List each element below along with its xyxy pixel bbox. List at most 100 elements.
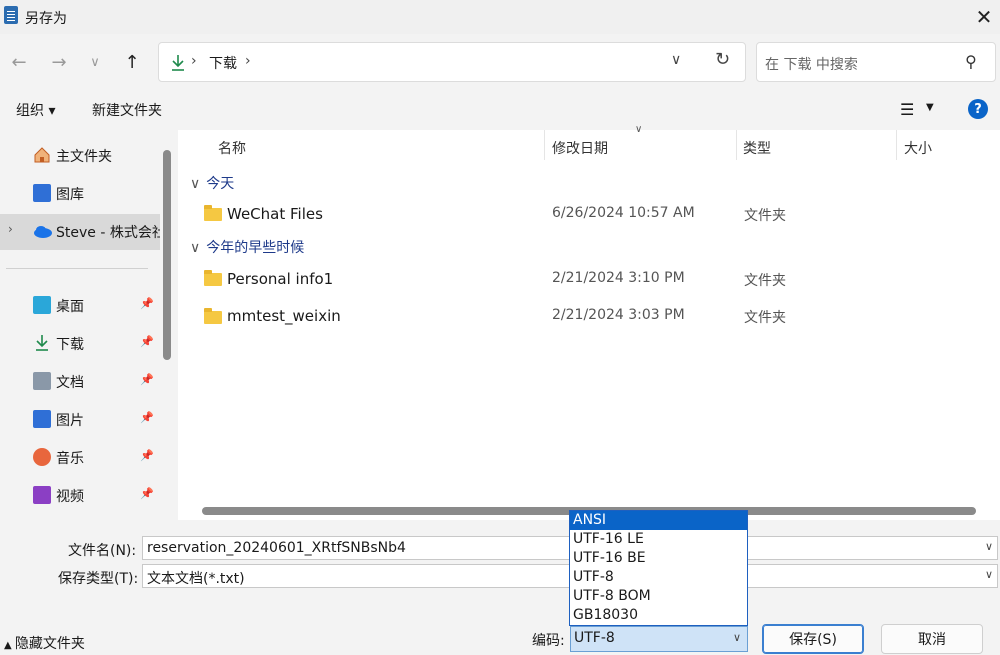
new-folder-button[interactable]: 新建文件夹 bbox=[92, 100, 162, 120]
folder-icon bbox=[204, 308, 222, 324]
column-header-date[interactable]: 修改日期 bbox=[552, 138, 608, 158]
encoding-option-utf8bom[interactable]: UTF-8 BOM bbox=[570, 587, 747, 606]
encoding-option-utf16be[interactable]: UTF-16 BE bbox=[570, 549, 747, 568]
hide-folders-toggle[interactable]: ▲ 隐藏文件夹 bbox=[4, 633, 85, 653]
notepad-icon bbox=[4, 6, 18, 24]
file-type: 文件夹 bbox=[744, 310, 786, 326]
folder-icon bbox=[204, 205, 222, 221]
column-divider[interactable] bbox=[736, 130, 737, 160]
download-icon bbox=[172, 55, 184, 71]
arrow-right-icon: → bbox=[51, 51, 67, 73]
column-divider[interactable] bbox=[544, 130, 545, 160]
encoding-option-utf16le[interactable]: UTF-16 LE bbox=[570, 530, 747, 549]
address-history-icon[interactable]: ∨ bbox=[671, 52, 681, 68]
pin-icon[interactable]: 📌 bbox=[140, 335, 154, 348]
sidebar-item-documents[interactable]: 文档 📌 bbox=[0, 364, 160, 400]
column-divider[interactable] bbox=[896, 130, 897, 160]
caret-up-icon: ▲ bbox=[4, 640, 15, 651]
sidebar-divider bbox=[6, 268, 148, 269]
file-name: mmtest_weixin bbox=[227, 307, 341, 325]
cancel-button[interactable]: 取消 bbox=[881, 624, 983, 654]
music-icon bbox=[33, 448, 51, 466]
encoding-option-ansi[interactable]: ANSI bbox=[570, 511, 747, 530]
search-box[interactable]: 在 下载 中搜索 ⚲ bbox=[756, 42, 996, 82]
title-bar: 另存为 ✕ bbox=[0, 0, 1000, 34]
column-header-name[interactable]: 名称 bbox=[218, 138, 246, 158]
encoding-label: 编码: bbox=[532, 633, 565, 649]
up-button[interactable]: ↑ bbox=[117, 44, 147, 80]
pin-icon[interactable]: 📌 bbox=[140, 373, 154, 386]
column-header-type[interactable]: 类型 bbox=[743, 138, 771, 158]
hide-folders-label: 隐藏文件夹 bbox=[14, 636, 85, 652]
save-button[interactable]: 保存(S) bbox=[762, 624, 864, 654]
filename-input[interactable]: reservation_20240601_XRtfSNBsNb4 bbox=[147, 540, 406, 556]
chevron-down-icon: ∨ bbox=[90, 54, 100, 70]
sidebar-item-music[interactable]: 音乐 📌 bbox=[0, 440, 160, 476]
folder-icon bbox=[204, 270, 222, 286]
pin-icon[interactable]: 📌 bbox=[140, 411, 154, 424]
desktop-icon bbox=[33, 296, 51, 314]
file-name: WeChat Files bbox=[227, 205, 323, 223]
close-button[interactable]: ✕ bbox=[968, 0, 1000, 34]
chevron-down-icon[interactable]: ∨ bbox=[733, 631, 741, 644]
breadcrumb-separator[interactable]: › bbox=[245, 53, 251, 69]
encoding-select[interactable]: UTF-8 ∨ bbox=[570, 626, 748, 652]
group-header-earlier[interactable]: ∨ 今年的早些时候 bbox=[190, 237, 304, 257]
caret-down-icon[interactable]: ▼ bbox=[926, 102, 934, 113]
pin-icon[interactable]: 📌 bbox=[140, 449, 154, 462]
encoding-option-gb18030[interactable]: GB18030 bbox=[570, 606, 747, 625]
file-type: 文件夹 bbox=[744, 208, 786, 224]
group-header-today[interactable]: ∨ 今天 bbox=[190, 173, 234, 193]
recent-locations-button[interactable]: ∨ bbox=[80, 44, 110, 80]
window-title: 另存为 bbox=[25, 11, 67, 27]
picture-icon bbox=[33, 410, 51, 428]
pin-icon[interactable]: 📌 bbox=[140, 487, 154, 500]
column-header-size[interactable]: 大小 bbox=[904, 138, 932, 158]
sidebar-item-gallery[interactable]: 图库 bbox=[0, 176, 160, 212]
group-label: 今天 bbox=[206, 176, 235, 192]
refresh-icon[interactable]: ↻ bbox=[715, 49, 730, 70]
sidebar-item-desktop[interactable]: 桌面 📌 bbox=[0, 288, 160, 324]
address-bar[interactable]: › 下载 › ∨ ↻ bbox=[158, 42, 746, 82]
chevron-down-icon[interactable]: ∨ bbox=[985, 568, 993, 581]
sidebar-item-onedrive[interactable]: › Steve - 株式会社 bbox=[0, 214, 160, 250]
encoding-option-utf8[interactable]: UTF-8 bbox=[570, 568, 747, 587]
file-date: 2/21/2024 3:10 PM bbox=[552, 270, 685, 286]
chevron-down-icon: ∨ bbox=[190, 176, 201, 192]
chevron-down-icon: ∨ bbox=[190, 240, 201, 256]
help-icon[interactable]: ? bbox=[968, 99, 988, 119]
download-icon bbox=[33, 334, 51, 352]
breadcrumb-downloads[interactable]: 下载 bbox=[209, 53, 237, 73]
filetype-value: 文本文档(*.txt) bbox=[147, 571, 245, 587]
close-icon: ✕ bbox=[975, 5, 993, 29]
back-button[interactable]: ← bbox=[4, 44, 34, 80]
sidebar-scrollbar[interactable] bbox=[163, 150, 171, 360]
forward-button[interactable]: → bbox=[44, 44, 74, 80]
sidebar-item-pictures[interactable]: 图片 📌 bbox=[0, 402, 160, 438]
group-label: 今年的早些时候 bbox=[206, 240, 305, 256]
chevron-down-icon[interactable]: ∨ bbox=[985, 540, 993, 553]
document-icon bbox=[33, 372, 51, 390]
navigation-pane: 主文件夹 图库 › Steve - 株式会社 桌面 📌 下载 📌 文档 📌 图片… bbox=[0, 130, 176, 520]
sidebar-item-downloads[interactable]: 下载 📌 bbox=[0, 326, 160, 362]
sidebar-item-home[interactable]: 主文件夹 bbox=[0, 138, 160, 174]
sidebar-item-videos[interactable]: 视频 📌 bbox=[0, 478, 160, 514]
organize-menu[interactable]: 组织 ▾ bbox=[16, 100, 55, 120]
arrow-up-icon: ↑ bbox=[124, 51, 140, 73]
sidebar-item-label: 图库 bbox=[56, 187, 84, 203]
file-date: 2/21/2024 3:03 PM bbox=[552, 307, 685, 323]
sidebar-item-label: 主文件夹 bbox=[56, 149, 112, 165]
search-input[interactable]: 在 下载 中搜索 bbox=[765, 54, 858, 74]
search-icon[interactable]: ⚲ bbox=[965, 52, 977, 71]
pin-icon[interactable]: 📌 bbox=[140, 297, 154, 310]
sidebar-item-label: Steve - 株式会社 bbox=[56, 225, 160, 241]
sort-caret-icon: ∨ bbox=[635, 124, 643, 135]
file-type: 文件夹 bbox=[744, 273, 786, 289]
home-icon bbox=[33, 146, 51, 164]
view-options-icon[interactable]: ☰ bbox=[900, 100, 914, 119]
chevron-right-icon[interactable]: › bbox=[8, 222, 13, 236]
file-list: 名称 ∨ 修改日期 类型 大小 ∨ 今天 WeChat Files 6/26/20… bbox=[178, 124, 1000, 520]
filetype-label: 保存类型(T): bbox=[58, 571, 139, 587]
breadcrumb-separator: › bbox=[191, 53, 197, 69]
encoding-selected: UTF-8 bbox=[574, 630, 615, 646]
